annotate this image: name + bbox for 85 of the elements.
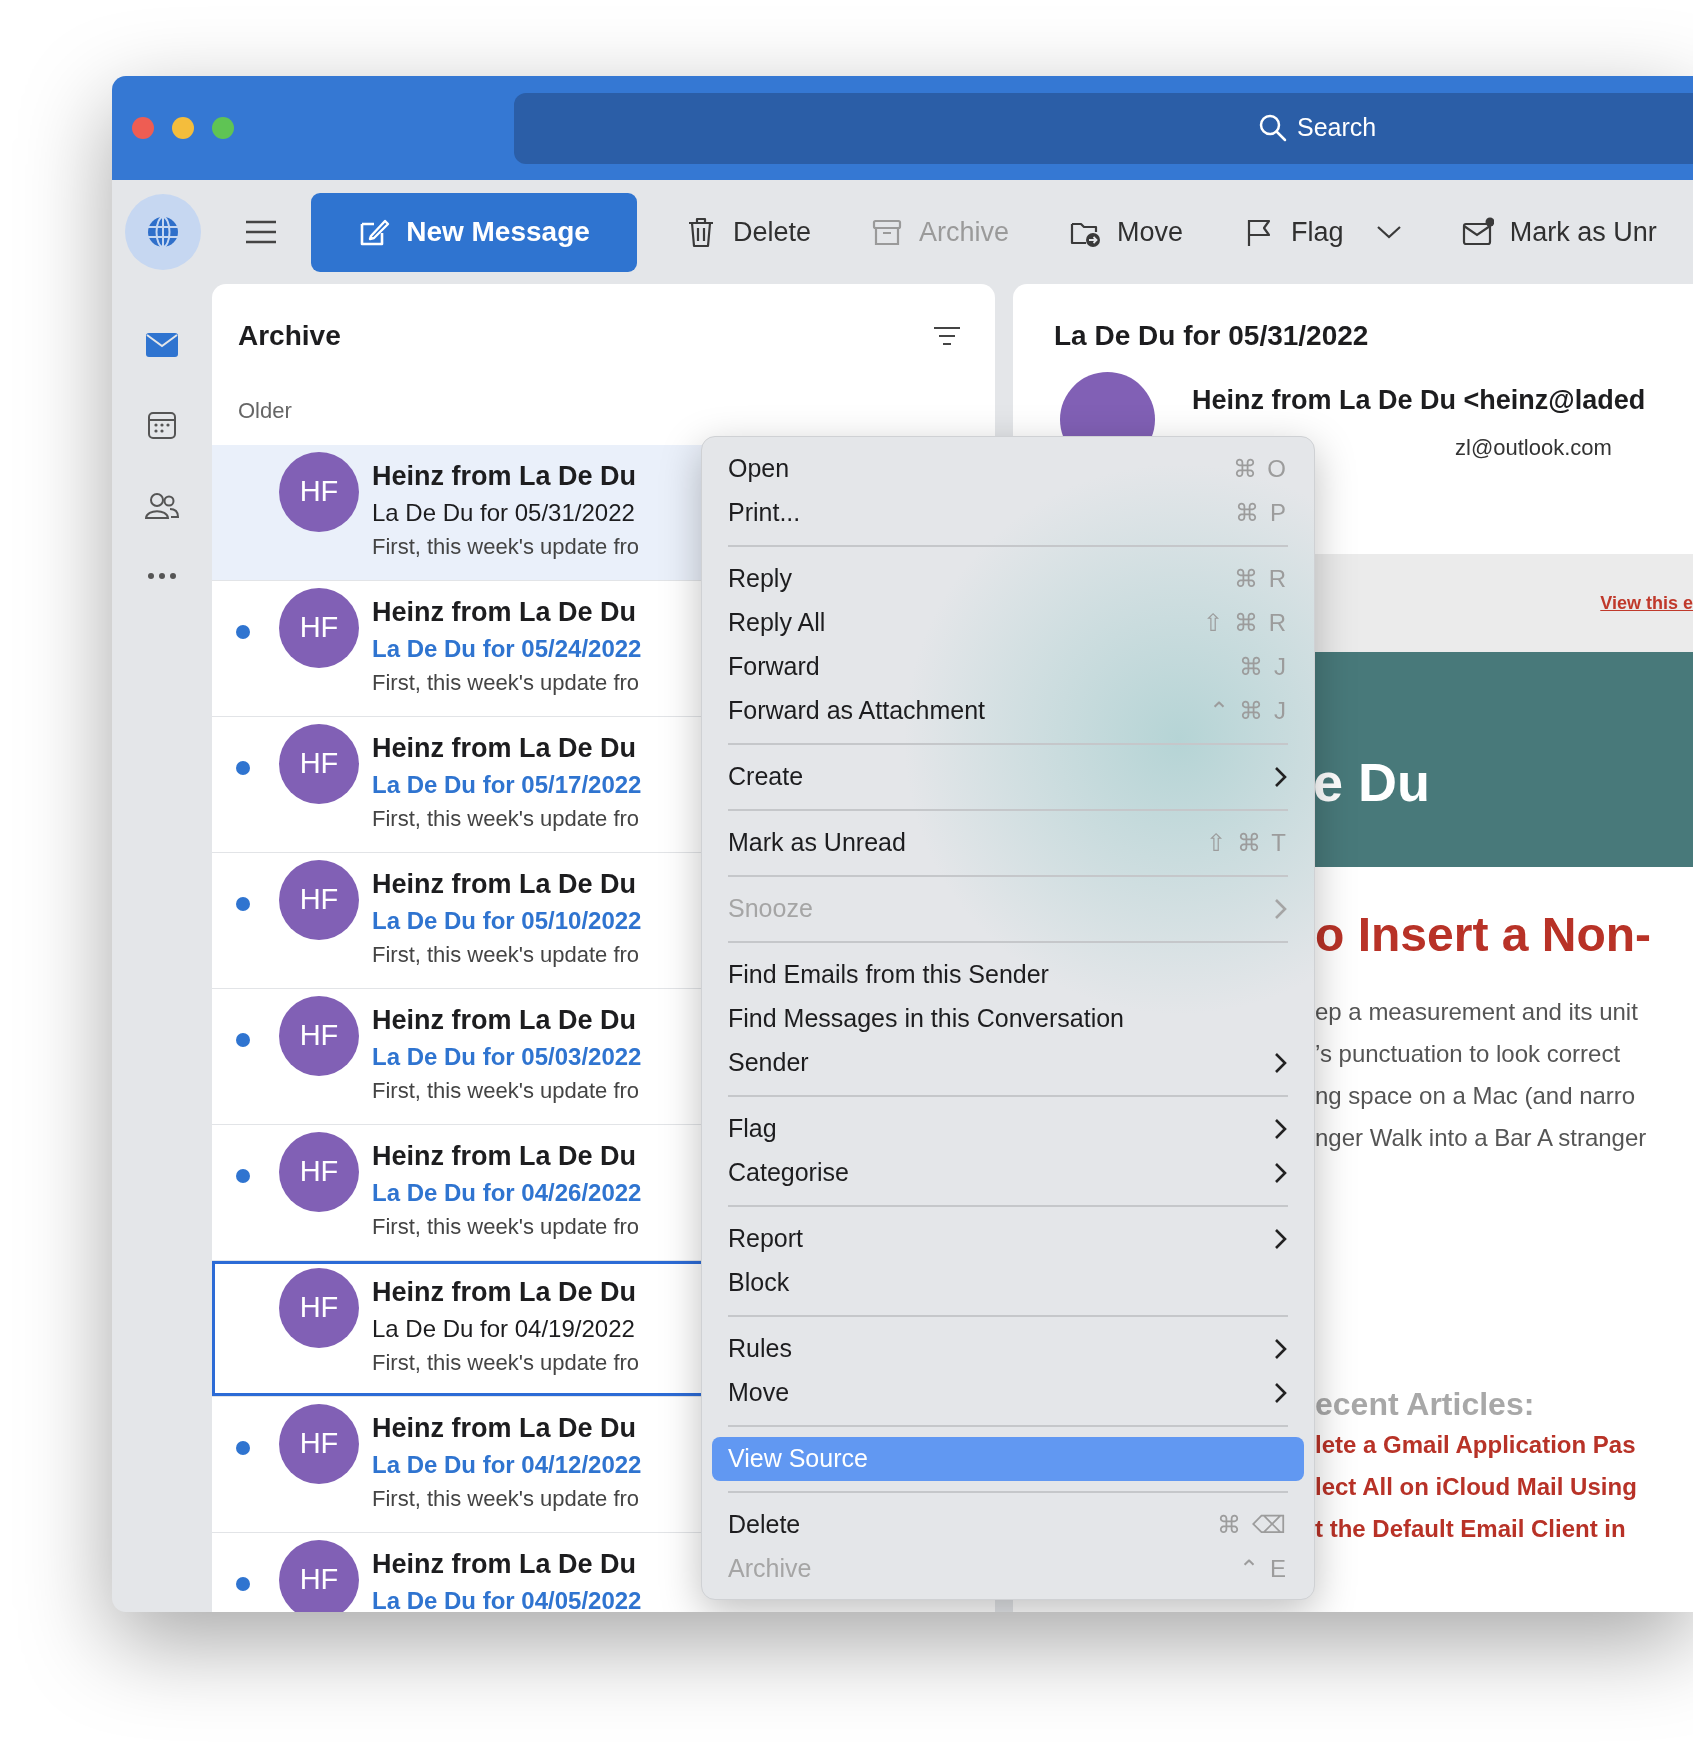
message-subject: La De Du for 05/24/2022: [372, 634, 642, 664]
sender-name: Heinz from La De Du: [372, 1140, 637, 1173]
message-subject: La De Du for 05/03/2022: [372, 1042, 642, 1072]
sender-name: Heinz from La De Du: [372, 1276, 637, 1309]
chevron-right-icon: [1274, 898, 1288, 920]
globe-icon: [145, 214, 181, 250]
envelope-icon: [1461, 216, 1494, 248]
chevron-down-icon: [1375, 224, 1402, 240]
message-preview: First, this week's update fro: [372, 1485, 640, 1513]
recipient-address: zl@outlook.com: [1454, 433, 1613, 462]
chevron-right-icon: [1274, 1052, 1288, 1074]
articles-heading: ecent Articles:: [1315, 1385, 1536, 1424]
sender-name: Heinz from La De Du: [372, 1412, 637, 1445]
group-label: Older: [237, 397, 293, 425]
message-preview: First, this week's update fro: [372, 669, 640, 697]
people-icon: [145, 492, 179, 520]
view-online-link[interactable]: View this e: [1600, 589, 1693, 617]
message-preview: First, this week's update fro: [372, 941, 640, 969]
shortcut-label: ⌘ O: [1232, 454, 1288, 484]
body-text-line: ep a measurement and its unit: [1315, 997, 1639, 1027]
avatar: HF: [279, 1404, 359, 1484]
sender-address: Heinz from La De Du <heinz@laded: [1192, 384, 1646, 417]
article-heading: o Insert a Non-: [1315, 907, 1653, 963]
message-subject: La De Du for 04/05/2022: [372, 1586, 642, 1612]
body-text-line: nger Walk into a Bar A stranger: [1315, 1123, 1648, 1153]
sender-name: Heinz from La De Du: [372, 732, 637, 765]
message-preview: First, this week's update fro: [372, 1077, 640, 1105]
sender-name: Heinz from La De Du: [372, 1004, 637, 1037]
avatar: HF: [279, 860, 359, 940]
shortcut-label: ⌘ P: [1235, 498, 1288, 528]
shortcut-label: ⇧ ⌘ T: [1206, 828, 1288, 858]
shortcut-label: ⌃ E: [1239, 1554, 1288, 1584]
search-field[interactable]: Search: [1297, 109, 1497, 147]
sender-name: Heinz from La De Du: [372, 868, 637, 901]
chevron-right-icon: [1274, 1118, 1288, 1140]
article-link[interactable]: lete a Gmail Application Pas: [1315, 1424, 1693, 1466]
message-preview: First, this week's update fro: [372, 805, 640, 833]
chevron-right-icon: [1274, 1338, 1288, 1360]
menu-icon: [245, 220, 277, 244]
toolbar-button[interactable]: Move: [1065, 211, 1188, 253]
message-subject: La De Du for 04/12/2022: [372, 1450, 642, 1480]
avatar: HF: [279, 588, 359, 668]
message-subject: La De Du for 05/17/2022: [372, 770, 642, 800]
chevron-right-icon: [1274, 1162, 1288, 1184]
search-icon: [1259, 114, 1287, 142]
toolbar-button[interactable]: Flag: [1239, 211, 1406, 253]
shortcut-label: ⌘ J: [1239, 652, 1288, 682]
message-subject: La De Du for 05/31/2022: [372, 498, 635, 528]
chevron-right-icon: [1274, 1382, 1288, 1404]
banner-title: e Du: [1313, 751, 1432, 814]
avatar: HF: [279, 1540, 359, 1612]
shortcut-label: ⌘ ⌫: [1217, 1510, 1288, 1540]
shortcut-label: ⌘ R: [1234, 564, 1288, 594]
sender-name: Heinz from La De Du: [372, 1548, 637, 1581]
filter-icon: [933, 326, 961, 346]
avatar: HF: [279, 452, 359, 532]
shortcut-label: ⌃ ⌘ J: [1208, 696, 1288, 726]
message-subject: La De Du for 04/26/2022: [372, 1178, 642, 1208]
minimize-window-button[interactable]: [172, 117, 194, 139]
message-subject: La De Du for 04/19/2022: [372, 1314, 635, 1344]
shortcut-label: ⇧ ⌘ R: [1203, 608, 1288, 638]
calendar-icon: [147, 410, 177, 440]
avatar: HF: [279, 1268, 359, 1348]
message-preview: First, this week's update fro: [372, 533, 640, 561]
toolbar-button[interactable]: Mark as Unr: [1457, 211, 1661, 253]
more-icon: [147, 572, 177, 580]
article-link[interactable]: t the Default Email Client in: [1315, 1508, 1693, 1550]
message-preview: First, this week's update fro: [372, 1213, 640, 1241]
sender-name: Heinz from La De Du: [372, 460, 637, 493]
mail-icon: [145, 332, 179, 358]
article-link[interactable]: lect All on iCloud Mail Using: [1315, 1466, 1693, 1508]
email-subject: La De Du for 05/31/2022: [1053, 319, 1370, 353]
folder-title: Archive: [238, 319, 341, 353]
avatar: HF: [279, 996, 359, 1076]
body-text-line: ng space on a Mac (and narro: [1315, 1081, 1637, 1111]
chevron-right-icon: [1274, 766, 1288, 788]
sender-name: Heinz from La De Du: [372, 596, 637, 629]
message-subject: La De Du for 05/10/2022: [372, 906, 642, 936]
toolbar-button[interactable]: Delete: [681, 211, 816, 253]
message-preview: First, this week's update fro: [372, 1349, 640, 1377]
body-text-line: ’s punctuation to look correct: [1315, 1039, 1622, 1069]
avatar: HF: [279, 724, 359, 804]
chevron-right-icon: [1274, 1228, 1288, 1250]
new-message-button[interactable]: New Message: [311, 192, 637, 272]
avatar: HF: [279, 1132, 359, 1212]
